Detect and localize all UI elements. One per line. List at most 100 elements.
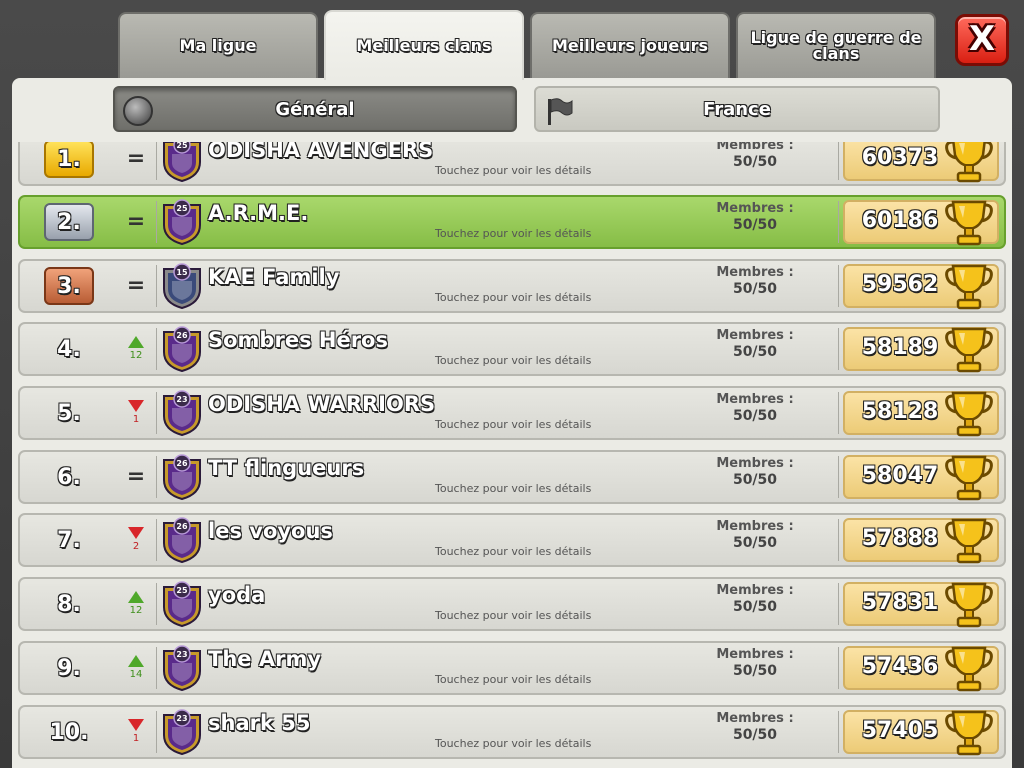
clan-level: 23 [176,714,187,723]
members-info: Membres :50/50 [700,583,810,615]
filter-france-label: France [703,98,771,120]
clan-badge-icon: 15 [163,263,201,309]
trophy-count: 60373 [861,145,939,170]
clan-row[interactable]: 9. 14 23 The Army Touchez pour voir les déta… [18,641,1006,695]
members-info: Membres :50/50 [700,711,810,743]
trophy-box: 57405 [843,710,999,756]
rank-unchanged-icon: = [126,146,146,171]
rank-cell: 9. [20,643,118,693]
clan-badge-icon: 26 [163,454,201,500]
members-info: Membres :50/50 [700,328,810,360]
clan-name: les voyous [208,519,333,543]
divider [838,201,839,243]
rank-up-icon [128,655,144,667]
clan-level: 25 [176,204,188,213]
filter-france-button[interactable]: France [534,86,940,132]
clan-level: 25 [176,142,188,150]
trophy-count: 57405 [861,718,939,743]
divider [838,711,839,753]
trophy-icon [945,264,993,310]
clan-row[interactable]: 8. 12 25 yoda Touchez pour voir les détails M… [18,577,1006,631]
divider [838,456,839,498]
clan-row[interactable]: 4. 12 26 Sombres Héros Touchez pour voir les… [18,322,1006,376]
rank-unchanged-icon: = [126,464,146,489]
members-label: Membres : [716,519,794,534]
rank-change: 12 [129,350,143,361]
clan-name: TT flingueurs [208,456,365,480]
clan-row[interactable]: 10. 1 23 shark 55 Touchez pour voir les déta… [18,705,1006,759]
members-label: Membres : [716,583,794,598]
trophy-icon [945,142,993,183]
leaderboard-window: Ma ligue Meilleurs clans Meilleurs joueu… [0,0,1024,768]
clan-row[interactable]: 6. = 26 TT flingueurs Touchez pour voir les … [18,450,1006,504]
rank-change: 12 [129,605,143,616]
clan-badge-icon: 26 [163,326,201,372]
tab-top-clans[interactable]: Meilleurs clans [324,10,524,80]
members-info: Membres :50/50 [700,142,810,170]
rank-medal: 3. [44,267,94,305]
tab-top-players[interactable]: Meilleurs joueurs [530,12,730,78]
trophy-icon [945,200,993,246]
filter-general-button[interactable]: Général [113,86,517,132]
clan-row[interactable]: 2. = 25 A.R.M.E. Touchez pour voir les détai… [18,195,1006,249]
clan-level: 26 [176,331,188,340]
clan-name: Sombres Héros [208,328,388,352]
trophy-icon [945,710,993,756]
members-info: Membres :50/50 [700,265,810,297]
details-hint: Touchez pour voir les détails [435,737,592,750]
details-hint: Touchez pour voir les détails [435,164,592,177]
clan-badge-icon: 23 [163,709,201,755]
rank-unchanged-icon: = [126,273,146,298]
details-hint: Touchez pour voir les détails [435,227,592,240]
rank-trend: = [118,261,154,311]
clan-row[interactable]: 7. 2 26 les voyous Touchez pour voir les dét… [18,513,1006,567]
members-count: 50/50 [732,344,778,360]
tab-clan-war-league[interactable]: Ligue de guerre de clans [736,12,936,78]
trophy-count: 57888 [861,526,939,551]
rank-cell: 8. [20,579,118,629]
rank-up-icon [128,336,144,348]
clan-row[interactable]: 3. = 15 KAE Family Touchez pour voir les dét… [18,259,1006,313]
rank-cell: 10. [20,707,118,757]
clan-name: ODISHA WARRIORS [208,392,436,416]
rank-trend: 1 [118,388,154,438]
rank-cell: 3. [20,261,118,311]
rank-trend: 2 [118,515,154,565]
members-count: 50/50 [732,663,778,679]
trophy-icon [945,391,993,437]
rank-number: 2. [57,209,81,235]
rank-change: 14 [129,669,143,680]
rank-trend: = [118,197,154,247]
clan-ranking-list[interactable]: 1. = 25 ODISHA AVENGERS Touchez pour voir le… [18,142,1006,768]
members-count: 50/50 [732,281,778,297]
members-count: 50/50 [732,599,778,615]
clan-badge-icon: 25 [163,142,201,182]
trophy-box: 57831 [843,582,999,628]
clan-badge-icon: 25 [163,199,201,245]
rank-cell: 4. [20,324,118,374]
divider [156,519,157,561]
rank-trend: 14 [118,643,154,693]
members-info: Membres :50/50 [700,456,810,488]
clan-level: 26 [176,459,188,468]
trophy-box: 60373 [843,142,999,183]
clan-row[interactable]: 5. 1 23 ODISHA WARRIORS Touchez pour voir le… [18,386,1006,440]
members-count: 50/50 [732,217,778,233]
clan-level: 26 [176,522,188,531]
close-button[interactable]: X [955,14,1009,66]
members-label: Membres : [716,392,794,407]
divider [838,392,839,434]
details-hint: Touchez pour voir les détails [435,418,592,431]
rank-cell: 2. [20,197,118,247]
tab-my-league[interactable]: Ma ligue [118,12,318,78]
clan-row[interactable]: 1. = 25 ODISHA AVENGERS Touchez pour voir le… [18,142,1006,186]
globe-icon [123,96,153,126]
details-hint: Touchez pour voir les détails [435,291,592,304]
clan-level: 25 [176,586,188,595]
details-hint: Touchez pour voir les détails [435,545,592,558]
rank-change: 1 [132,414,140,425]
clan-badge-icon: 25 [163,581,201,627]
trophy-count: 59562 [861,272,939,297]
divider [156,456,157,498]
trophy-box: 57888 [843,518,999,564]
